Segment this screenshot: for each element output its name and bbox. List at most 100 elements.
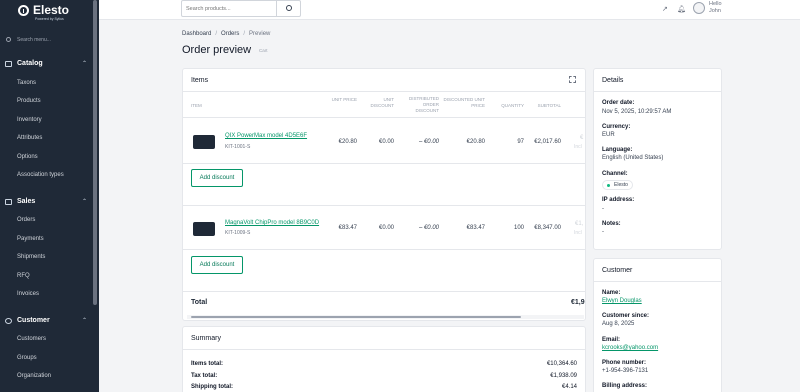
sidebar-scrollbar[interactable] (93, 0, 97, 305)
unit-price: €20.80 (338, 139, 357, 145)
customer-card-title: Customer (602, 267, 633, 274)
phone-label: Phone number: (602, 360, 647, 366)
product-name-link[interactable]: MagnaVolt ChipPro model 8B9C0D (225, 220, 319, 226)
unit-price: €83.47 (338, 225, 357, 231)
customer-since-label: Customer since: (602, 313, 650, 319)
order-date-value: Nov 5, 2025, 10:29:57 AM (602, 109, 672, 115)
topbar: ↗ 🔔︎ Hello John (99, 0, 800, 20)
sidebar-section-catalog[interactable]: Catalog ⌃ (5, 59, 90, 71)
logo-subtitle: Powered by Sylius (35, 17, 64, 21)
bag-icon (5, 199, 12, 205)
chevron-up-icon: ⌃ (82, 199, 88, 205)
total-cut-off: € (580, 135, 584, 141)
language-value: English (United States) (602, 155, 664, 161)
sidebar-item-shipments[interactable]: Shipments (17, 254, 45, 260)
sidebar-item-association-types[interactable]: Association types (17, 172, 64, 178)
items-total-label: Items total: (191, 361, 224, 367)
phone-value: +1-954-396-7131 (602, 368, 649, 374)
product-thumbnail (193, 222, 215, 236)
sidebar-item-rfq[interactable]: RFQ (17, 273, 30, 279)
shipping-total-value: €4.14 (561, 384, 577, 390)
user-menu[interactable]: Hello John (709, 1, 722, 15)
sidebar-section-label: Catalog (17, 60, 43, 67)
tax-total-label: Tax total: (191, 373, 218, 379)
total-cut-off: €1, (575, 221, 584, 227)
order-date-label: Order date: (602, 100, 635, 106)
add-discount-button[interactable]: Add discount (191, 169, 243, 187)
search-icon (286, 5, 292, 11)
language-label: Language: (602, 147, 633, 153)
column-header-subtotal: Subtotal (537, 103, 561, 108)
external-link-icon[interactable]: ↗ (662, 5, 668, 13)
sidebar-item-inventory[interactable]: Inventory (17, 117, 42, 123)
details-card: Details Order date: Nov 5, 2025, 10:29:5… (593, 68, 722, 250)
sidebar-item-customers[interactable]: Customers (17, 336, 46, 342)
bell-icon[interactable]: 🔔︎ (677, 5, 686, 13)
channel-name: Elesto (614, 182, 628, 188)
user-greeting: Hello (709, 1, 722, 7)
tax-included-note: Incl (574, 144, 582, 150)
order-state-badge: Cart (259, 48, 268, 53)
product-name-link[interactable]: QIX PowerMax model 4D5E6F (225, 133, 307, 139)
column-header-discounted-unit-price: Discounted unit price (443, 97, 486, 108)
distributed-discount: – €0.00 (418, 139, 439, 145)
sidebar-item-options[interactable]: Options (17, 154, 38, 160)
expand-icon[interactable] (569, 76, 576, 83)
catalog-icon (5, 61, 12, 67)
sidebar-item-invoices[interactable]: Invoices (17, 291, 39, 297)
sidebar-search[interactable]: Search menu... (6, 35, 86, 45)
product-sku: KIT-1001-S (225, 144, 251, 150)
discounted-unit-price: €20.80 (466, 139, 485, 145)
sidebar-search-placeholder: Search menu... (17, 37, 51, 43)
subtotal: €8,347.00 (534, 225, 561, 231)
billing-address-label: Billing address: (602, 383, 648, 389)
email-label: Email: (602, 337, 621, 343)
scrollbar-thumb[interactable] (191, 316, 521, 318)
column-header-unit-discount: Unit discount (370, 97, 395, 108)
tax-included-note: Incl (574, 230, 582, 236)
add-discount-button[interactable]: Add discount (191, 256, 243, 274)
sidebar-section-sales[interactable]: Sales ⌃ (5, 197, 90, 209)
items-card: Items Item Unit price Unit discount Dist… (182, 68, 586, 321)
sidebar-item-orders[interactable]: Orders (17, 217, 35, 223)
search-icon (6, 37, 11, 42)
sidebar-item-groups[interactable]: Groups (17, 355, 37, 361)
sidebar-item-attributes[interactable]: Attributes (17, 135, 42, 141)
sidebar-item-products[interactable]: Products (17, 98, 41, 104)
items-card-title: Items (191, 77, 209, 84)
product-search (181, 0, 301, 17)
breadcrumb-current: Preview (249, 31, 271, 37)
breadcrumb-orders[interactable]: Orders (221, 31, 239, 37)
product-search-input[interactable] (186, 4, 272, 14)
tax-total-value: €1,938.09 (550, 373, 577, 379)
sidebar-item-organization[interactable]: Organization (17, 373, 51, 379)
sidebar-item-taxons[interactable]: Taxons (17, 80, 36, 86)
sidebar-section-customer[interactable]: Customer ⌃ (5, 316, 90, 328)
sidebar-item-payments[interactable]: Payments (17, 236, 44, 242)
email-link[interactable]: kcrooks@yahoo.com (602, 345, 658, 351)
product-thumbnail (193, 135, 215, 149)
notes-label: Notes: (602, 221, 621, 227)
column-header-quantity: Quantity (501, 103, 524, 108)
total-value: €1,9 (571, 299, 585, 306)
unit-discount: €0.00 (378, 225, 394, 231)
breadcrumb: Dashboard / Orders / Preview (182, 31, 271, 37)
currency-value: EUR (602, 132, 615, 138)
search-button[interactable] (276, 1, 301, 16)
channel-color-dot (607, 184, 610, 187)
customer-since-value: Aug 8, 2025 (602, 321, 635, 327)
channel-label: Channel: (602, 171, 628, 177)
user-icon (5, 318, 12, 324)
breadcrumb-dashboard[interactable]: Dashboard (182, 31, 211, 37)
product-sku: KIT-1009-S (225, 230, 251, 236)
subtotal: €2,017.60 (534, 139, 561, 145)
column-header-unit-price: Unit price (331, 97, 357, 102)
customer-name-link[interactable]: Elwyn Douglas (602, 298, 642, 304)
column-header-item: Item (191, 103, 202, 108)
avatar[interactable] (693, 2, 705, 14)
summary-card-title: Summary (191, 335, 221, 342)
page-title: Order preview (182, 44, 252, 56)
horizontal-scrollbar[interactable] (187, 315, 584, 319)
chevron-up-icon: ⌃ (82, 318, 88, 324)
ip-address-label: IP address: (602, 197, 635, 203)
